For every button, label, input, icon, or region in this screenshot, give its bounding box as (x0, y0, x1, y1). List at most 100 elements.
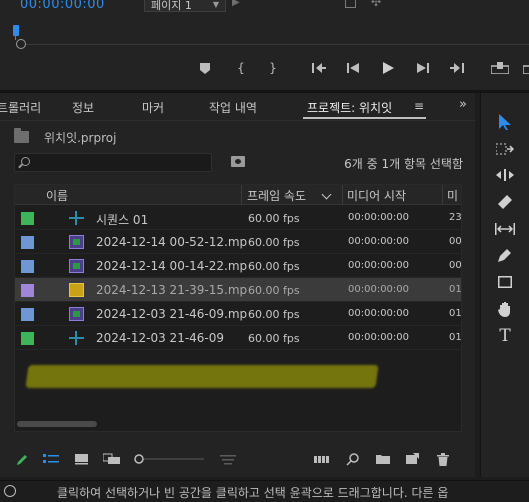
column-separator[interactable] (241, 185, 242, 205)
table-row[interactable]: 2024-12-14 00-14-22.mp 60.00 fps 00:00:0… (15, 254, 462, 278)
item-name: 시퀀스 01 (96, 213, 149, 227)
mark-out-icon[interactable]: } (262, 58, 284, 78)
column-separator[interactable] (342, 185, 343, 205)
item-media-start: 00:00:00:00 (348, 212, 410, 223)
table-row[interactable]: 2024-12-03 21-46-09 60.00 fps 00:00:00:0… (15, 326, 462, 350)
panel-tabs: 컨트롤러리 정보 마커 작업 내역 프로젝트: 위치잇 ≡ » (0, 93, 475, 121)
razor-tool-icon[interactable] (493, 191, 517, 213)
item-name: 2024-12-14 00-14-22.mp (96, 259, 248, 273)
status-bar: 클릭하여 선택하거나 빈 공간을 클릭하고 선택 윤곽으로 드래그합니다. 다른… (0, 480, 529, 502)
page-select[interactable]: 페이지 1 ▼ (144, 0, 226, 12)
table-row[interactable]: 2024-12-14 00-52-12.mp 60.00 fps 00:00:0… (15, 230, 462, 254)
tab-history[interactable]: 작업 내역 (209, 99, 257, 116)
project-file-icon (14, 128, 29, 143)
settings-fx-icon[interactable]: ✣ (371, 0, 381, 9)
page-select-value: 페이지 1 (151, 0, 192, 12)
label-color-swatch[interactable] (21, 332, 34, 345)
selection-tool-icon[interactable] (493, 111, 517, 133)
icon-view-icon[interactable] (75, 453, 89, 465)
export-frame-icon[interactable] (345, 0, 356, 8)
tab-markers[interactable]: 마커 (142, 99, 164, 116)
hand-tool-icon[interactable] (493, 298, 517, 320)
item-fps: 60.00 fps (248, 284, 300, 297)
item-extra: 00 (449, 260, 462, 271)
item-extra: 01 (449, 308, 462, 319)
column-name[interactable]: 이름 (46, 187, 68, 204)
item-fps: 60.00 fps (248, 236, 300, 249)
label-color-swatch[interactable] (21, 212, 34, 225)
freeform-view-icon[interactable] (102, 453, 120, 465)
column-frame-rate[interactable]: 프레임 속도 (247, 187, 306, 204)
step-back-icon[interactable] (342, 58, 364, 78)
more-tabs-icon[interactable]: » (459, 97, 467, 112)
label-color-swatch[interactable] (21, 308, 34, 321)
insert-icon[interactable] (489, 58, 511, 78)
column-extra[interactable]: 미 (447, 187, 458, 204)
search-input[interactable] (14, 153, 212, 172)
pencil-icon[interactable] (16, 453, 30, 465)
play-icon[interactable] (377, 58, 399, 78)
page-next-icon[interactable]: ▶ (232, 0, 240, 8)
automate-to-sequence-icon[interactable] (314, 453, 329, 465)
label-color-swatch[interactable] (21, 260, 34, 273)
item-extra: 01 (449, 284, 462, 295)
table-row[interactable]: 시퀀스 01 60.00 fps 00:00:00:00 23 (15, 206, 461, 230)
overwrite-icon[interactable] (517, 58, 529, 78)
sort-icons-icon[interactable] (220, 453, 236, 465)
find-icon[interactable] (346, 453, 360, 466)
trash-icon[interactable] (437, 453, 451, 466)
zoom-slider[interactable] (134, 453, 204, 465)
sequence-icon (69, 211, 84, 225)
go-to-out-icon[interactable] (446, 58, 468, 78)
go-to-in-icon[interactable] (308, 58, 330, 78)
item-fps: 60.00 fps (248, 260, 300, 273)
table-row-selected[interactable]: 2024-12-13 21-39-15.mp 60.00 fps 00:00:0… (15, 278, 462, 302)
column-media-start[interactable]: 미디어 시작 (347, 187, 406, 204)
pen-tool-icon[interactable] (493, 244, 517, 266)
highlight-marker (25, 365, 379, 388)
column-separator[interactable] (442, 185, 443, 205)
scrub-handle[interactable] (16, 39, 26, 49)
new-bin-icon[interactable] (376, 453, 390, 465)
tab-info[interactable]: 정보 (72, 99, 94, 116)
new-bin-from-search-icon[interactable] (231, 156, 245, 167)
time-ruler[interactable] (16, 30, 529, 45)
new-item-icon[interactable] (406, 453, 420, 465)
clip-file-icon (69, 283, 84, 297)
sequence-icon (69, 331, 84, 345)
chevron-down-icon: ▼ (212, 0, 219, 9)
item-extra: 01 (449, 332, 462, 343)
status-info-icon (4, 485, 16, 497)
mark-in-icon[interactable]: { (230, 58, 252, 78)
timecode-display[interactable]: 00:00:00:00 (20, 0, 105, 12)
item-extra: 00 (449, 236, 462, 247)
chevron-down-icon[interactable] (321, 189, 332, 200)
table-row[interactable]: 2024-12-03 21-46-09.mp 60.00 fps 00:00:0… (15, 302, 462, 326)
label-color-swatch[interactable] (21, 284, 34, 297)
item-media-start: 00:00:00:00 (348, 236, 410, 247)
add-marker-icon[interactable] (194, 58, 216, 78)
panel-menu-icon[interactable]: ≡ (414, 99, 424, 113)
active-tab-underline (303, 117, 426, 119)
slip-tool-icon[interactable] (493, 218, 517, 240)
tools-panel: T (480, 93, 529, 477)
rectangle-tool-icon[interactable] (493, 271, 517, 293)
project-bottom-toolbar (0, 448, 475, 472)
tab-controller[interactable]: 컨트롤러리 (0, 99, 41, 116)
horizontal-scrollbar[interactable] (17, 421, 97, 427)
playhead-marker[interactable] (13, 25, 19, 36)
ripple-edit-tool-icon[interactable] (493, 164, 517, 186)
item-name: 2024-12-13 21-39-15.mp (96, 283, 248, 297)
tab-project[interactable]: 프로젝트: 위치잇 (307, 99, 392, 116)
type-tool-icon[interactable]: T (493, 325, 517, 347)
item-media-start: 00:00:00:00 (348, 284, 410, 295)
video-file-icon (69, 235, 84, 249)
list-view-icon[interactable] (43, 453, 59, 465)
step-forward-icon[interactable] (412, 58, 434, 78)
item-fps: 60.00 fps (248, 308, 300, 321)
track-select-tool-icon[interactable] (493, 138, 517, 160)
project-file-name: 위치잇.prproj (44, 131, 117, 145)
label-color-swatch[interactable] (21, 236, 34, 249)
scrub-track[interactable] (26, 44, 529, 45)
item-name: 2024-12-03 21-46-09.mp (96, 307, 248, 321)
